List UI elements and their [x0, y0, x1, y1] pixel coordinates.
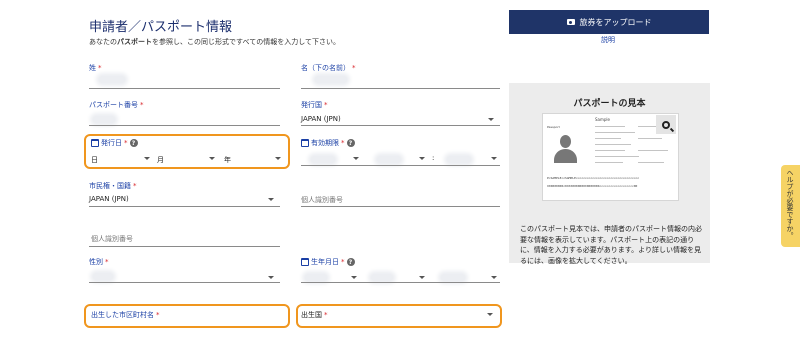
sample-description: このパスポート見本では、申請者のパスポート情報の内必要な情報を表示しています。パ… [520, 225, 702, 265]
chevron-down-icon [488, 118, 494, 121]
mrz-line-1: P<SAMPLE<<SAMPLE<<<<<<<<<<<<<<<<<<<<<<<<… [547, 176, 640, 180]
given-names-field[interactable]: 名（下の名前） * [301, 63, 500, 90]
help-tab[interactable]: ヘルプが必要ですか。 [781, 165, 800, 247]
person-silhouette-icon [552, 131, 578, 163]
redacted-value [447, 156, 471, 163]
calendar-icon [301, 258, 309, 266]
passport-sample-card: パスポートの見本 Sample Passport P<SAMPLE<<SAMPL… [509, 83, 710, 265]
national-id-placeholder: 個人識別番号 [301, 196, 343, 204]
issuing-country-value: JAPAN (JPN) [301, 115, 341, 123]
redacted-value [441, 274, 465, 281]
issue-month-select[interactable]: 月 [157, 155, 164, 165]
explain-link[interactable]: 説明 [601, 35, 615, 45]
chevron-down-icon [268, 276, 274, 279]
dob-label: 生年月日 *? [301, 257, 500, 267]
redacted-value [371, 274, 393, 281]
date-separator: : [432, 154, 435, 162]
issue-date-field[interactable]: 発行日 *? 日 月 年 [91, 138, 281, 166]
birth-country-select[interactable]: 出生国 * [301, 310, 497, 324]
given-names-label: 名（下の名前） * [301, 64, 356, 72]
sample-title: パスポートの見本 [573, 99, 646, 109]
nationality-select[interactable]: 市民権・国籍 * JAPAN (JPN) [89, 181, 280, 208]
page-instructions: あなたのパスポートを参照し、この同じ形式ですべての情報を入力して下さい。 [89, 38, 341, 46]
birth-city-label: 出生した市区町村名 * [91, 311, 160, 319]
mrz-line-2: XX0000000<0XXX0000000X0000000<<<<<<<<<<<… [547, 184, 638, 188]
national-id-input-2[interactable]: 個人識別番号 [89, 220, 280, 248]
redacted-value [99, 76, 125, 83]
issuing-country-select[interactable]: 発行国 * JAPAN (JPN) [301, 100, 500, 127]
redacted-value [305, 274, 327, 281]
issuing-country-label: 発行国 * [301, 101, 328, 109]
chevron-down-icon [419, 276, 425, 279]
help-icon[interactable]: ? [346, 258, 355, 266]
birth-country-label: 出生国 * [301, 311, 328, 319]
redacted-value [315, 76, 347, 83]
expiry-date-label: 有効期限 *? [301, 138, 500, 148]
chevron-down-icon [268, 198, 274, 201]
redacted-value [93, 273, 113, 280]
chevron-down-icon [353, 157, 359, 160]
page-title: 申請者／パスポート情報 [89, 20, 233, 35]
issue-day-select[interactable]: 日 [91, 155, 98, 165]
nationality-value: JAPAN (JPN) [89, 195, 129, 203]
calendar-icon [301, 139, 309, 147]
surname-label: 姓 * [89, 64, 102, 72]
passport-number-field[interactable]: パスポート番号 * [89, 100, 280, 127]
upload-passport-button[interactable]: 旅券をアップロード [509, 10, 709, 34]
nationality-label: 市民権・国籍 * [89, 182, 137, 190]
redacted-value [93, 116, 115, 123]
help-tab-label: ヘルプが必要ですか。 [786, 169, 794, 239]
magnifier-icon [662, 120, 670, 129]
chevron-down-icon [487, 313, 493, 316]
help-icon[interactable]: ? [346, 139, 355, 147]
calendar-icon [91, 139, 99, 147]
passport-type-word: Passport [547, 125, 560, 129]
national-id-placeholder-2: 個人識別番号 [91, 235, 133, 243]
chevron-down-icon [209, 157, 215, 160]
zoom-button[interactable] [656, 115, 676, 134]
sex-select[interactable]: 性別 * [89, 257, 280, 284]
dob-field[interactable]: 生年月日 *? [301, 257, 500, 284]
chevron-down-icon [491, 276, 497, 279]
camera-icon [566, 19, 575, 25]
chevron-down-icon [144, 157, 150, 160]
help-icon[interactable]: ? [129, 139, 138, 147]
expiry-date-field[interactable]: 有効期限 *? : [301, 138, 500, 166]
issue-year-select[interactable]: 年 [224, 155, 231, 165]
issue-date-label: 発行日 *? [91, 138, 281, 148]
sex-label: 性別 * [89, 258, 109, 266]
chevron-down-icon [419, 157, 425, 160]
national-id-input[interactable]: 個人識別番号 [301, 181, 500, 208]
chevron-down-icon [275, 157, 281, 160]
passport-sample-word: Sample [595, 117, 610, 122]
chevron-down-icon [351, 276, 357, 279]
redacted-value [377, 156, 401, 163]
chevron-down-icon [491, 157, 497, 160]
passport-number-label: パスポート番号 * [89, 101, 144, 109]
redacted-value [311, 156, 335, 163]
surname-field[interactable]: 姓 * [89, 63, 280, 90]
birth-city-input[interactable]: 出生した市区町村名 * [91, 310, 281, 324]
